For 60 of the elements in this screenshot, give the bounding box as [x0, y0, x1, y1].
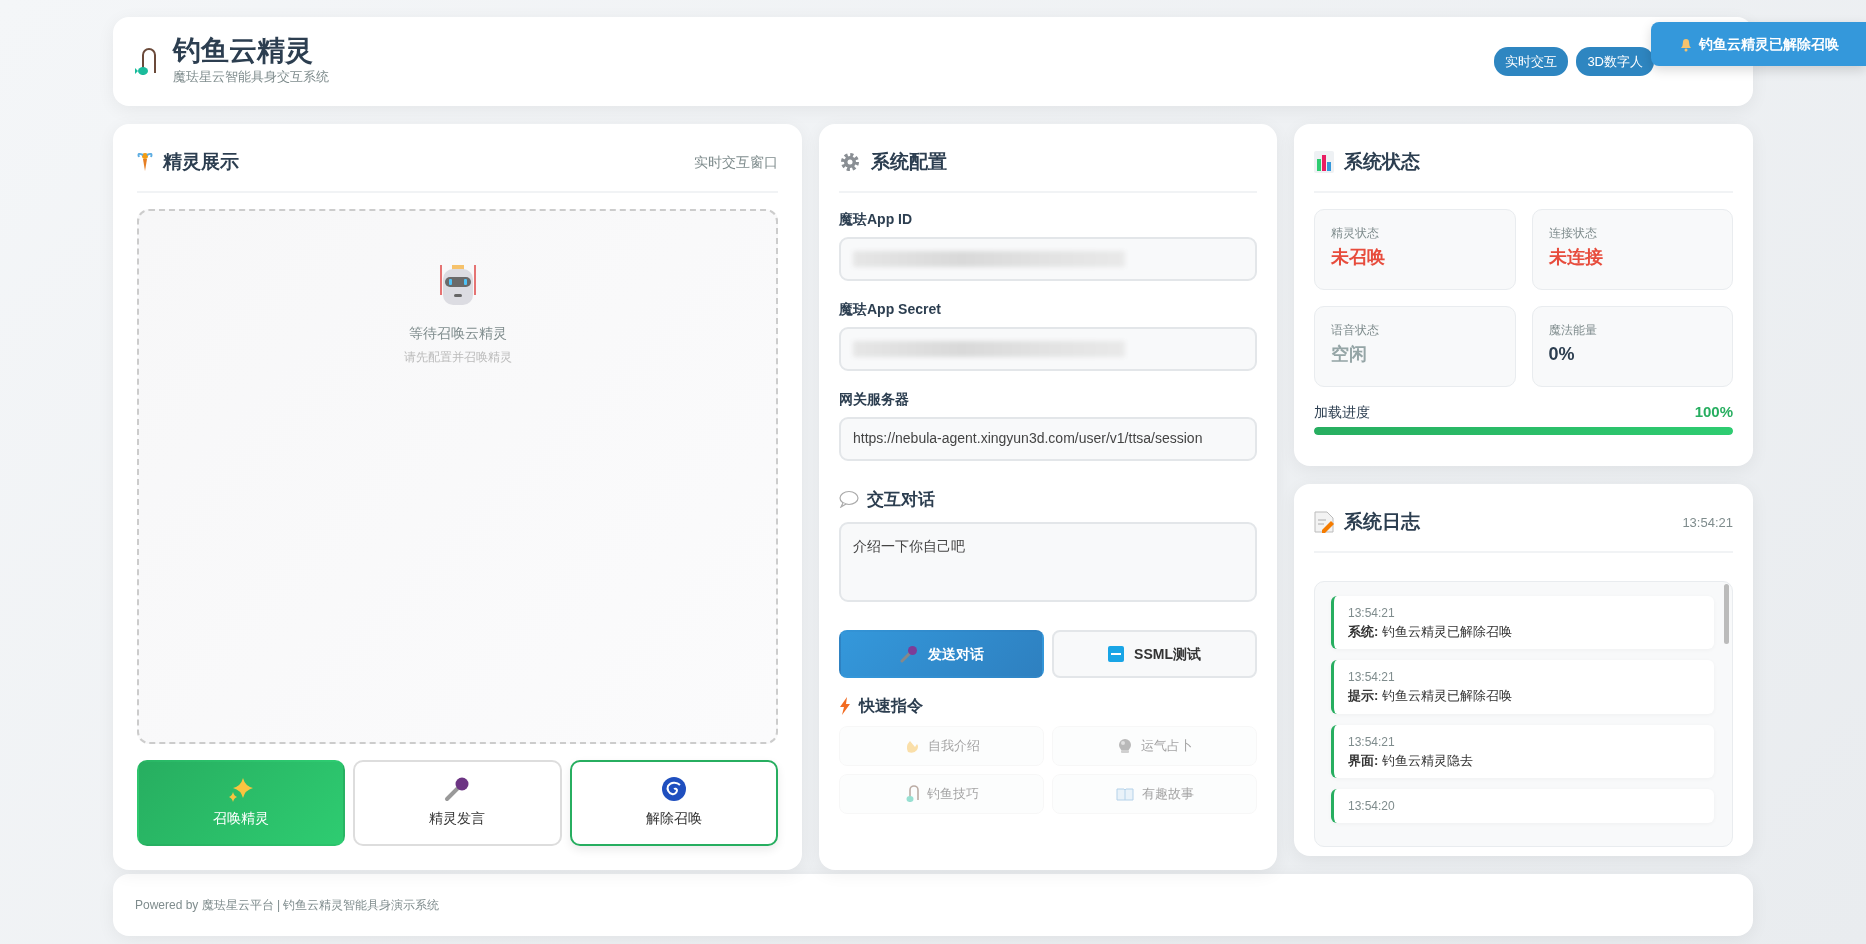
log-entry-time: 13:54:21: [1348, 669, 1396, 686]
status-label: 连接状态: [1548, 224, 1598, 242]
section-title: 交互对话: [867, 488, 935, 511]
book-icon: [1115, 787, 1134, 801]
field-label: 魔珐App Secret: [839, 299, 942, 319]
microphone-icon: [899, 645, 918, 663]
status-label: 精灵状态: [1331, 224, 1380, 242]
summon-button[interactable]: 召唤精灵: [137, 759, 346, 846]
dismiss-button[interactable]: 解除召唤: [569, 759, 778, 846]
log-entry-time: 13:54:20: [1348, 798, 1396, 815]
status-value: 空闲: [1331, 342, 1368, 366]
progress-reading: 100%: [1694, 401, 1733, 422]
panel-title: 系统配置: [871, 150, 947, 174]
panel-title: 精灵展示: [163, 150, 239, 174]
status-value: 未召唤: [1331, 245, 1386, 269]
panel-title: 系统状态: [1344, 150, 1420, 174]
status-label: 语音状态: [1331, 321, 1380, 339]
log-message: 系统: 钓鱼云精灵已解除召唤: [1348, 622, 1513, 641]
log-message: 界面: 钓鱼云精灵隐去: [1348, 751, 1474, 770]
input-field[interactable]: [839, 236, 1257, 281]
crystal-ball-icon: [1116, 738, 1133, 754]
bell-icon: [1678, 36, 1693, 52]
lightning-icon: [839, 697, 851, 715]
status-value: 未连接: [1548, 245, 1604, 269]
spiral-icon: [660, 776, 687, 802]
settings-icon: [839, 151, 861, 174]
panel-title: 系统日志: [1344, 510, 1420, 534]
section-title: 快速指令: [859, 696, 923, 716]
bar-chart-icon: [1314, 151, 1334, 174]
fishing-hook-icon: [135, 46, 157, 77]
abc-icon: [1108, 646, 1125, 662]
field-label: 魔珐App ID: [839, 209, 914, 229]
message-input[interactable]: 介绍一下你自己吧: [839, 522, 1257, 602]
sparkles-icon: [228, 776, 255, 802]
log-entry-time: 13:54:21: [1348, 604, 1396, 622]
ssml-test-button[interactable]: SSML测试: [1052, 630, 1257, 678]
panel-hint: 实时交互窗口: [694, 152, 778, 172]
footer-text: Powered by 魔珐星云平台 | 钓鱼云精灵智能具身演示系统: [135, 897, 440, 914]
field-label: 网关服务器: [839, 389, 910, 409]
log-time: 13:54:21: [1682, 513, 1733, 532]
feature-badge: 3D数字人: [1576, 46, 1654, 77]
speak-button[interactable]: 精灵发言: [353, 759, 562, 846]
input-field[interactable]: https://nebula-agent.xingyun3d.com/user/v1/ttsa/session: [839, 416, 1257, 461]
input-field[interactable]: [839, 326, 1257, 371]
feature-badge: 实时交互: [1494, 46, 1569, 77]
app-subtitle: 魔珐星云智能具身交互系统: [173, 68, 329, 87]
status-value: 0%: [1548, 342, 1576, 366]
memo-icon: [1314, 511, 1334, 534]
log-entry-time: 13:54:21: [1348, 733, 1396, 751]
toast-text: 钓鱼云精灵已解除召唤: [1698, 34, 1839, 54]
app-title: 钓鱼云精灵: [173, 36, 314, 68]
progress-label: 加载进度: [1314, 403, 1370, 422]
stage-message: 等待召唤云精灵: [408, 323, 507, 343]
status-label: 魔法能量: [1548, 321, 1598, 339]
fishing-hook-icon: [904, 785, 919, 803]
send-button[interactable]: 发送对话: [839, 630, 1044, 678]
log-message: 提示: 钓鱼云精灵已解除召唤: [1348, 687, 1513, 705]
scrollbar-thumb[interactable]: [1724, 583, 1729, 644]
microphone-icon: [444, 776, 471, 802]
speech-bubble-icon: [839, 490, 859, 509]
